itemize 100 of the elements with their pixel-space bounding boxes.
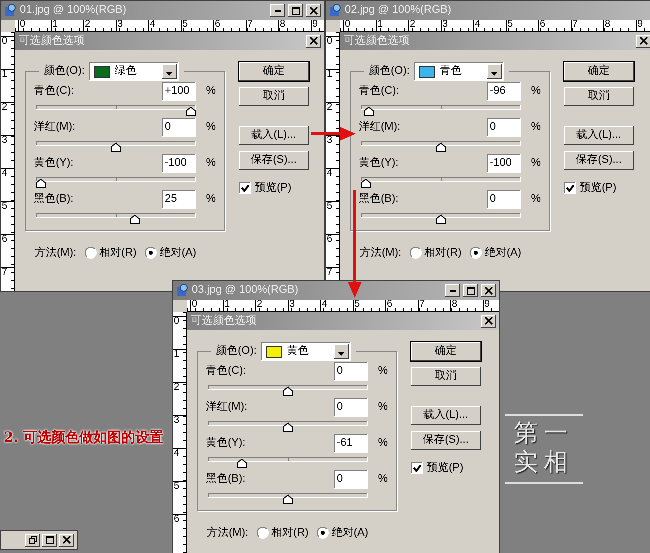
radio-label: 绝对(A)	[484, 246, 522, 261]
slider-label: 黑色(B):	[34, 192, 75, 207]
radio-button[interactable]	[144, 247, 157, 260]
maximize-button[interactable]	[288, 4, 303, 17]
dialog-title: 可选颜色选项	[344, 34, 411, 49]
slider-thumb[interactable]	[283, 423, 293, 432]
slider-thumb[interactable]	[283, 495, 293, 504]
ruler-number: 3	[116, 20, 148, 31]
ruler-number: 2	[326, 102, 339, 135]
window-title: 02.jpg @ 100%(RGB)	[345, 3, 453, 18]
value-field[interactable]: -96	[487, 82, 521, 100]
close-icon	[484, 317, 492, 325]
slider-track[interactable]	[36, 105, 196, 116]
slider-label: 黄色(Y):	[206, 436, 247, 451]
radio-label: 绝对(A)	[160, 246, 196, 261]
ruler-number: 5	[506, 20, 538, 31]
ruler-number: 8	[278, 20, 310, 31]
value-field[interactable]: -100	[162, 154, 196, 172]
slider-track[interactable]	[36, 213, 196, 224]
slider-track[interactable]	[208, 385, 368, 396]
dialog-button[interactable]: 载入(L)...	[239, 126, 309, 145]
ruler-number: 9	[636, 20, 650, 31]
color-dropdown[interactable]: 绿色	[88, 62, 179, 81]
ruler-number: 2	[408, 20, 440, 31]
maximize-button[interactable]	[463, 284, 478, 297]
radio-button[interactable]	[84, 247, 97, 260]
value-field[interactable]: 0	[487, 118, 521, 136]
slider-track[interactable]	[208, 421, 368, 432]
ruler-number: 1	[376, 20, 408, 31]
slider-label: 洋红(M):	[359, 120, 402, 135]
slider-thumb[interactable]	[436, 143, 446, 152]
dialog-button[interactable]: 保存(S)...	[239, 151, 309, 170]
close-icon	[484, 286, 492, 294]
slider-track[interactable]	[361, 213, 521, 224]
close-icon	[62, 536, 70, 544]
slider-track[interactable]	[36, 177, 196, 188]
value-field[interactable]: +100	[162, 82, 196, 100]
slider-thumb[interactable]	[361, 179, 371, 188]
minimize-button[interactable]	[445, 284, 460, 297]
slider-track[interactable]	[361, 105, 521, 116]
restore-button[interactable]	[25, 534, 40, 546]
slider-label: 青色(C):	[359, 84, 400, 99]
close-icon	[310, 6, 318, 14]
value-field[interactable]: -61	[334, 434, 368, 452]
radio-button[interactable]	[470, 247, 482, 260]
slider-thumb[interactable]	[36, 179, 46, 188]
checkbox[interactable]	[411, 462, 423, 474]
slider-label: 黄色(Y):	[34, 156, 75, 171]
dialog-button[interactable]: 取消	[239, 87, 309, 106]
minimize-icon	[274, 10, 280, 12]
slider-track[interactable]	[208, 457, 368, 468]
slider-thumb[interactable]	[111, 143, 121, 152]
radio-button[interactable]	[410, 247, 422, 260]
value-field[interactable]: -100	[487, 154, 521, 172]
dialog-button[interactable]: 取消	[411, 367, 481, 386]
value-field[interactable]: 0	[334, 470, 368, 488]
radio-label: 相对(R)	[424, 246, 462, 261]
ruler-number: 5	[352, 300, 385, 311]
radio-button[interactable]	[256, 527, 269, 540]
close-button[interactable]	[306, 4, 321, 17]
dialog-title: 可选颜色选项	[19, 34, 86, 49]
dialog-button[interactable]: 载入(L)...	[564, 126, 634, 145]
unit-label: %	[530, 120, 541, 135]
slider-thumb[interactable]	[436, 215, 446, 224]
dialog-button[interactable]: 保存(S)...	[564, 151, 634, 170]
slider-track[interactable]	[208, 493, 368, 504]
dialog-button[interactable]: 确定	[239, 62, 309, 81]
dialog-button[interactable]: 保存(S)...	[411, 431, 481, 450]
close-button[interactable]	[306, 34, 321, 48]
dialog-button[interactable]: 确定	[564, 62, 634, 81]
value-field[interactable]: 0	[334, 398, 368, 416]
checkbox[interactable]	[564, 182, 576, 194]
unit-label: %	[205, 156, 216, 171]
maximize-button[interactable]	[42, 534, 57, 546]
slider-thumb[interactable]	[364, 107, 374, 116]
slider-thumb[interactable]	[283, 387, 293, 396]
color-dropdown[interactable]: 青色	[414, 62, 504, 81]
slider-track[interactable]	[36, 141, 196, 152]
radio-button[interactable]	[316, 527, 329, 540]
slider-track[interactable]	[361, 177, 521, 188]
value-field[interactable]: 25	[162, 190, 196, 208]
slider-thumb[interactable]	[237, 459, 248, 468]
radio-label: 相对(R)	[100, 246, 137, 261]
dialog-button[interactable]: 载入(L)...	[411, 406, 481, 425]
slider-track[interactable]	[361, 141, 521, 152]
dialog-button[interactable]: 取消	[564, 87, 634, 106]
color-dropdown[interactable]: 黄色	[260, 342, 351, 361]
close-button[interactable]	[59, 534, 74, 546]
value-field[interactable]: 0	[334, 362, 368, 380]
minimize-button[interactable]	[270, 4, 285, 17]
checkbox[interactable]	[239, 182, 251, 194]
slider-thumb[interactable]	[130, 215, 140, 224]
dialog-button[interactable]: 确定	[411, 342, 481, 361]
close-button[interactable]	[636, 34, 650, 48]
ruler-number: 5	[1, 201, 14, 234]
close-button[interactable]	[481, 284, 496, 297]
restore-icon	[28, 536, 36, 544]
value-field[interactable]: 0	[487, 190, 521, 208]
dialog-title: 可选颜色选项	[191, 314, 258, 329]
close-button[interactable]	[481, 314, 496, 328]
